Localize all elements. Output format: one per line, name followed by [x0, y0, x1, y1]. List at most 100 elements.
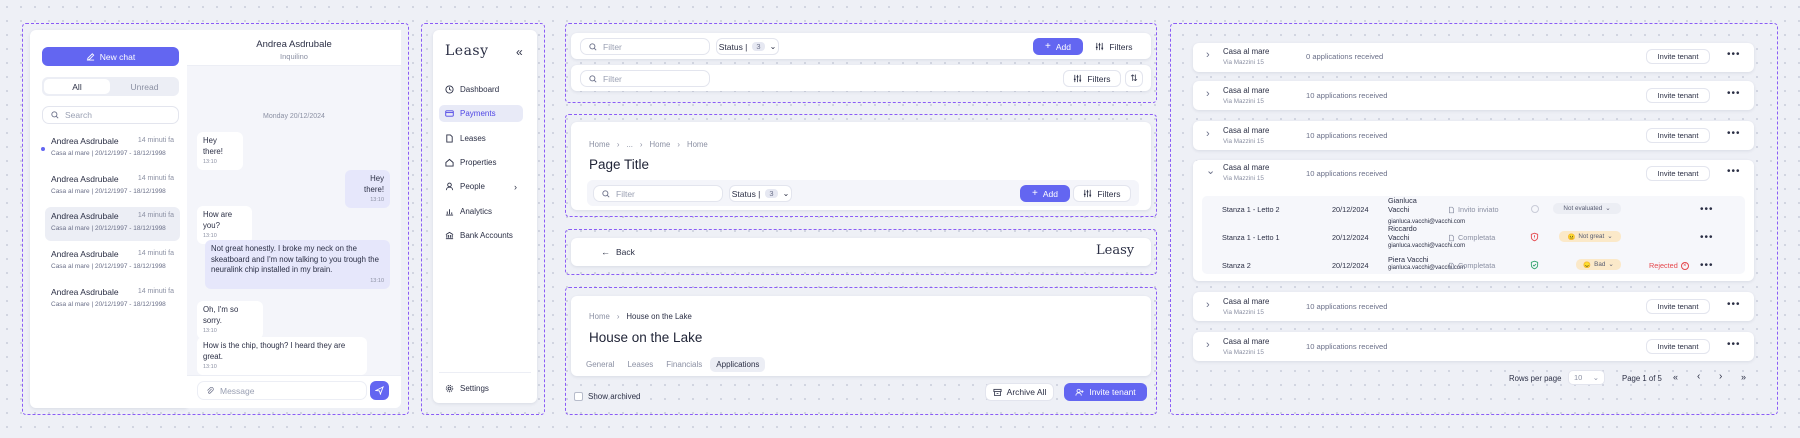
chevron-right-icon[interactable]: › [1206, 299, 1210, 311]
more-options-icon[interactable]: ••• [1727, 89, 1741, 99]
chat-header-name: Andrea Asdrubale [256, 39, 332, 50]
message-placeholder: Message [220, 385, 255, 396]
invite-tenant-button[interactable]: Invite tenant [1646, 166, 1710, 181]
application-status-label: Completata [1458, 261, 1496, 270]
more-options-icon[interactable]: ••• [1700, 205, 1714, 215]
rating-dropdown[interactable]: 😞 Bad ⌄ [1576, 259, 1621, 270]
invite-tenant-button[interactable]: Invite tenant [1064, 383, 1147, 401]
rating-dropdown[interactable]: Not evaluated ⌄ [1553, 203, 1621, 214]
new-chat-button[interactable]: New chat [42, 47, 179, 66]
tab-all[interactable]: All [44, 79, 110, 94]
chevron-right-icon[interactable]: › [1206, 339, 1210, 351]
send-button[interactable] [370, 381, 389, 400]
sidebar-item-leases[interactable]: Leases [439, 130, 523, 147]
rating-dropdown[interactable]: 😐 Not great ⌄ [1559, 231, 1621, 242]
chevron-right-icon[interactable]: › [1206, 128, 1210, 140]
property-tabs: General Leases Financials Applications [581, 357, 766, 372]
next-page-icon[interactable]: › [1719, 371, 1722, 382]
more-options-icon[interactable]: ••• [1727, 167, 1741, 177]
sidebar-item-payments[interactable]: Payments [439, 105, 523, 122]
sidebar-item-settings[interactable]: Settings [439, 380, 523, 397]
search-icon [602, 189, 610, 198]
conversation-item-selected[interactable]: Andrea Asdrubale 14 minuti fa Casa al ma… [45, 207, 180, 241]
conversation-item[interactable]: Andrea Asdrubale 14 minuti fa Casa al ma… [45, 245, 180, 279]
listing-address: Via Mazzini 15 [1223, 59, 1264, 66]
sort-button[interactable]: ⇅ [1125, 70, 1143, 87]
first-page-icon[interactable]: « [1673, 372, 1678, 382]
message-in: Oh, I'm so sorry. 13:10 [197, 301, 263, 340]
tab-applications[interactable]: Applications [710, 357, 766, 372]
status-dropdown[interactable]: Status | 3 ⌄ [716, 38, 779, 55]
chevron-down-icon: ⌄ [1605, 205, 1611, 212]
sidebar-item-dashboard[interactable]: Dashboard [439, 81, 523, 98]
filters-button[interactable]: Filters [1063, 70, 1121, 87]
breadcrumb-ellipsis[interactable]: ... [626, 140, 633, 149]
add-button[interactable]: + Add [1033, 38, 1083, 55]
more-options-icon[interactable]: ••• [1727, 340, 1741, 350]
applicant-first-name: Riccardo [1388, 224, 1417, 233]
status-dropdown[interactable]: Status | 3 ⌄ [729, 185, 792, 202]
more-options-icon[interactable]: ••• [1727, 129, 1741, 139]
listing-address: Via Mazzini 15 [1223, 309, 1264, 316]
show-archived[interactable]: Show archived [574, 392, 640, 401]
status-count: 3 [752, 42, 765, 51]
conversation-item[interactable]: Andrea Asdrubale 14 minuti fa Casa al ma… [45, 283, 180, 317]
filters-button[interactable]: Filters [1073, 185, 1131, 202]
sidebar-item-people[interactable]: People › [439, 178, 523, 195]
breadcrumb-item[interactable]: Home [687, 140, 708, 149]
message-time: 13:10 [203, 328, 217, 335]
applications-count: 10 applications received [1306, 91, 1388, 100]
chevron-right-icon[interactable]: › [1206, 49, 1210, 61]
checkbox[interactable] [574, 392, 583, 401]
sliders-icon [1074, 74, 1082, 83]
user-icon [445, 182, 454, 191]
breadcrumb-item[interactable]: Home [589, 312, 610, 321]
last-page-icon[interactable]: » [1741, 372, 1746, 382]
chat-search-input[interactable]: Search [42, 106, 179, 124]
sidebar-item-analytics[interactable]: Analytics [439, 203, 523, 220]
tab-financials[interactable]: Financials [661, 357, 707, 372]
tab-unread[interactable]: Unread [112, 79, 177, 94]
chevron-down-icon[interactable]: ⌄ [1206, 164, 1215, 177]
sidebar-item-label: Payments [460, 109, 496, 118]
invite-tenant-button[interactable]: Invite tenant [1646, 49, 1710, 64]
invite-tenant-button[interactable]: Invite tenant [1646, 299, 1710, 314]
user-plus-icon [1075, 388, 1084, 396]
sidebar-item-properties[interactable]: Properties [439, 154, 523, 171]
tab-general[interactable]: General [581, 357, 619, 372]
rows-per-page-select[interactable]: 10 ⌄ [1568, 370, 1605, 385]
breadcrumb-item[interactable]: Home [589, 140, 610, 149]
tab-leases[interactable]: Leases [622, 357, 658, 372]
breadcrumb-item[interactable]: Home [650, 140, 671, 149]
rating-label: Bad [1594, 261, 1606, 268]
archive-all-button[interactable]: Archive All [985, 383, 1054, 401]
sidebar-item-bank-accounts[interactable]: Bank Accounts [439, 227, 523, 244]
filters-button[interactable]: Filters [1085, 38, 1143, 55]
message-input[interactable]: Message [197, 381, 367, 400]
listing-address: Via Mazzini 15 [1223, 349, 1264, 356]
filter-input[interactable]: Filter [580, 70, 710, 87]
chevron-right-icon[interactable]: › [1206, 88, 1210, 100]
more-options-icon[interactable]: ••• [1727, 300, 1741, 310]
conversation-time: 14 minuti fa [137, 288, 174, 295]
conversation-item[interactable]: Andrea Asdrubale 14 minuti fa Casa al ma… [45, 170, 180, 204]
prev-page-icon[interactable]: ‹ [1697, 371, 1700, 382]
filter-input[interactable]: Filter [580, 38, 710, 55]
more-options-icon[interactable]: ••• [1700, 261, 1714, 271]
filter-input[interactable]: Filter [593, 185, 723, 202]
conversation-item[interactable]: Andrea Asdrubale 14 minuti fa Casa al ma… [45, 132, 180, 166]
invite-tenant-button[interactable]: Invite tenant [1646, 339, 1710, 354]
filter-placeholder: Filter [603, 41, 622, 52]
breadcrumb-item[interactable]: House on the Lake [626, 312, 691, 321]
invite-tenant-label: Invite tenant [1089, 387, 1136, 397]
add-button[interactable]: + Add [1020, 185, 1070, 202]
back-button[interactable]: ← Back [601, 247, 635, 257]
status-count: 3 [765, 189, 778, 198]
more-options-icon[interactable]: ••• [1700, 233, 1714, 243]
invite-tenant-button[interactable]: Invite tenant [1646, 88, 1710, 103]
applicant-first-name: Gianluca [1388, 196, 1417, 205]
collapse-icon[interactable]: « [516, 45, 523, 59]
more-options-icon[interactable]: ••• [1727, 50, 1741, 60]
pending-circle-icon [1531, 205, 1539, 213]
invite-tenant-button[interactable]: Invite tenant [1646, 128, 1710, 143]
